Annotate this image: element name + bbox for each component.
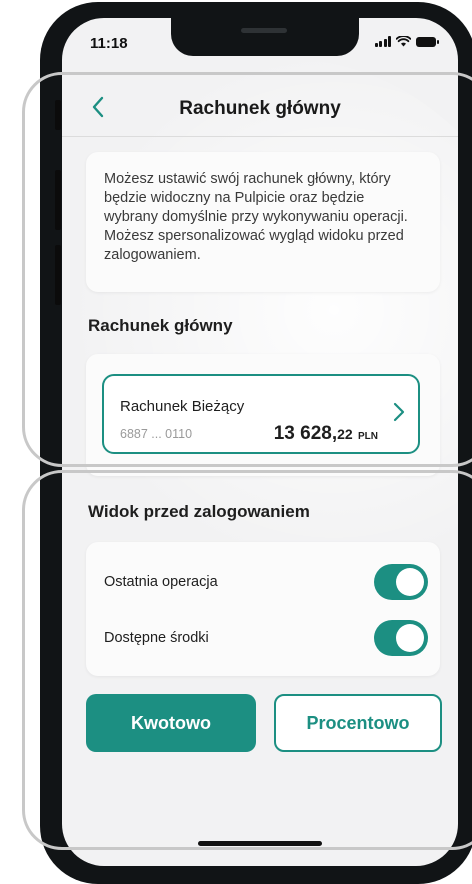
main-account-card: Rachunek Bieżący 6887 ... 0110 13 628,22…	[86, 354, 440, 476]
phone-screen: 11:18 Rachunek główny Możesz ustawić swó…	[62, 18, 458, 866]
toggle-knob	[396, 624, 424, 652]
account-name: Rachunek Bieżący	[120, 398, 245, 415]
signal-icon	[374, 36, 391, 47]
status-icons	[374, 36, 439, 47]
toggle-label-available-funds: Dostępne środki	[104, 630, 209, 646]
toggle-label-last-operation: Ostatnia operacja	[104, 574, 218, 590]
procentowo-button[interactable]: Procentowo	[274, 694, 442, 752]
header-divider	[62, 136, 458, 137]
toggle-last-operation[interactable]	[374, 564, 428, 600]
wifi-icon	[396, 36, 411, 47]
account-tile[interactable]: Rachunek Bieżący 6887 ... 0110 13 628,22…	[102, 374, 420, 454]
status-time: 11:18	[90, 35, 128, 52]
balance-integer: 13 628,	[273, 423, 338, 444]
info-line: Możesz ustawić swój rachunek główny, któ…	[104, 171, 391, 187]
background-swoosh	[62, 58, 458, 618]
info-line: wybrany domyślnie przy wykonywaniu opera…	[104, 209, 408, 225]
chevron-right-icon	[393, 402, 405, 422]
pre-login-section-title: Widok przed zalogowaniem	[88, 502, 310, 521]
phone-side-button	[55, 245, 61, 305]
main-account-section-title: Rachunek główny	[88, 316, 233, 335]
speaker	[241, 28, 287, 33]
balance-currency: PLN	[358, 431, 378, 442]
balance-decimal: 22	[337, 426, 353, 442]
notch	[171, 18, 359, 56]
phone-side-button	[55, 170, 61, 230]
toggle-knob	[396, 568, 424, 596]
phone-side-button	[55, 100, 61, 130]
account-number: 6887 ... 0110	[120, 427, 193, 441]
info-line: będzie widoczny na Pulpicie oraz będzie	[104, 190, 365, 206]
kwotowo-button[interactable]: Kwotowo	[86, 694, 256, 752]
home-indicator	[198, 841, 322, 846]
info-line: zalogowaniem.	[104, 247, 201, 263]
page-title: Rachunek główny	[179, 98, 341, 119]
account-balance: 13 628,22 PLN	[274, 423, 378, 445]
info-card: Możesz ustawić swój rachunek główny, któ…	[86, 152, 440, 292]
toggle-available-funds[interactable]	[374, 620, 428, 656]
info-text: Możesz ustawić swój rachunek główny, któ…	[104, 170, 424, 265]
info-line: Możesz spersonalizować wygląd widoku prz…	[104, 228, 404, 244]
battery-icon	[416, 36, 439, 47]
pre-login-card: Ostatnia operacja Dostępne środki	[86, 542, 440, 676]
